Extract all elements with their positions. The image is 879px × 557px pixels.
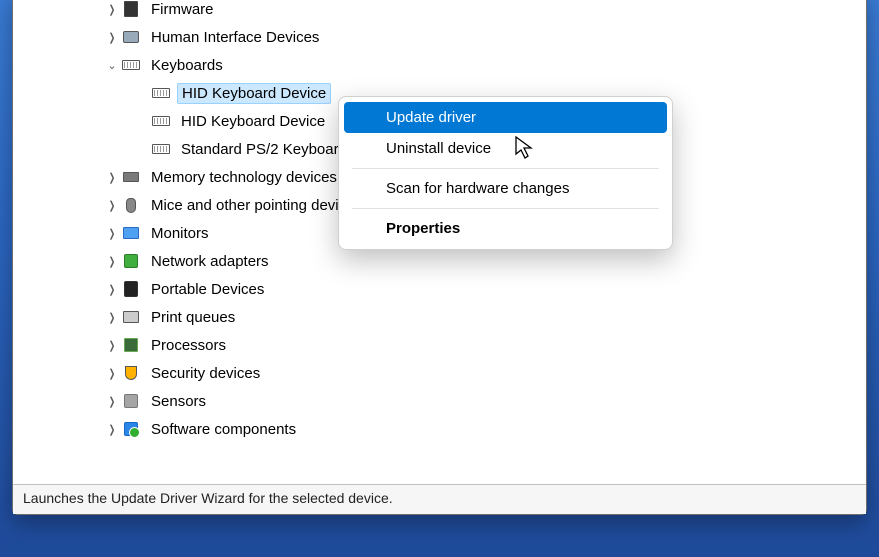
menu-update-driver[interactable]: Update driver <box>344 102 667 133</box>
context-menu: Update driver Uninstall device Scan for … <box>338 96 673 250</box>
keyboard-icon <box>121 55 141 75</box>
chevron-right-icon[interactable]: ❯ <box>106 311 119 324</box>
tree-node[interactable]: ❯ Portable Devices <box>73 275 813 303</box>
menu-uninstall-device[interactable]: Uninstall device <box>344 133 667 164</box>
status-bar: Launches the Update Driver Wizard for th… <box>13 484 866 514</box>
chevron-right-icon[interactable]: ❯ <box>106 339 119 352</box>
status-text: Launches the Update Driver Wizard for th… <box>23 490 393 506</box>
tree-node-label: Keyboards <box>147 56 227 75</box>
chevron-right-icon[interactable]: ❯ <box>106 31 119 44</box>
hid-icon <box>121 27 141 47</box>
tree-node-label: Network adapters <box>147 252 273 271</box>
firmware-icon <box>121 0 141 19</box>
keyboard-icon <box>151 139 171 159</box>
tree-node[interactable]: ❯ Software components <box>73 415 813 443</box>
keyboard-icon <box>151 111 171 131</box>
tree-node-label: Print queues <box>147 308 239 327</box>
chevron-down-icon[interactable]: ⌄ <box>103 59 121 72</box>
portable-icon <box>121 279 141 299</box>
chevron-right-icon[interactable]: ❯ <box>106 255 119 268</box>
memory-icon <box>121 167 141 187</box>
tree-node-label: Security devices <box>147 364 264 383</box>
chevron-right-icon[interactable]: ❯ <box>106 171 119 184</box>
printer-icon <box>121 307 141 327</box>
tree-node-label: Memory technology devices <box>147 168 341 187</box>
chevron-right-icon[interactable]: ❯ <box>106 367 119 380</box>
network-icon <box>121 251 141 271</box>
tree-node[interactable]: ❯ Security devices <box>73 359 813 387</box>
tree-node-label: Firmware <box>147 0 218 19</box>
tree-node-label: Processors <box>147 336 230 355</box>
tree-node[interactable]: ❯ Network adapters <box>73 247 813 275</box>
tree-node-label: Mice and other pointing devices <box>147 196 366 215</box>
chevron-right-icon[interactable]: ❯ <box>106 199 119 212</box>
chevron-right-icon[interactable]: ❯ <box>106 423 119 436</box>
chevron-right-icon[interactable]: ❯ <box>106 283 119 296</box>
menu-properties[interactable]: Properties <box>344 213 667 244</box>
tree-node[interactable]: ❯ Processors <box>73 331 813 359</box>
sensor-icon <box>121 391 141 411</box>
menu-separator <box>352 208 659 209</box>
monitor-icon <box>121 223 141 243</box>
tree-node[interactable]: ⌄ Keyboards <box>73 51 813 79</box>
cpu-icon <box>121 335 141 355</box>
tree-node[interactable]: ❯ Human Interface Devices <box>73 23 813 51</box>
mouse-icon <box>121 195 141 215</box>
tree-node-label: Monitors <box>147 224 213 243</box>
tree-node-label: Sensors <box>147 392 210 411</box>
tree-node-label: Software components <box>147 420 300 439</box>
chevron-right-icon[interactable]: ❯ <box>106 3 119 16</box>
tree-node-label: HID Keyboard Device <box>177 83 331 104</box>
menu-scan-hardware[interactable]: Scan for hardware changes <box>344 173 667 204</box>
security-icon <box>121 363 141 383</box>
tree-node-label: HID Keyboard Device <box>177 112 329 131</box>
chevron-right-icon[interactable]: ❯ <box>106 395 119 408</box>
tree-node[interactable]: ❯ Sensors <box>73 387 813 415</box>
tree-node-label: Standard PS/2 Keyboard <box>177 140 351 159</box>
chevron-right-icon[interactable]: ❯ <box>106 227 119 240</box>
software-icon <box>121 419 141 439</box>
tree-node-label: Human Interface Devices <box>147 28 323 47</box>
tree-node[interactable]: ❯ Print queues <box>73 303 813 331</box>
device-manager-window: ❯ Firmware ❯ Human Interface Devices ⌄ Keyboa… <box>12 0 867 515</box>
menu-separator <box>352 168 659 169</box>
keyboard-icon <box>151 83 171 103</box>
tree-node-label: Portable Devices <box>147 280 268 299</box>
tree-node[interactable]: ❯ Firmware <box>73 0 813 23</box>
